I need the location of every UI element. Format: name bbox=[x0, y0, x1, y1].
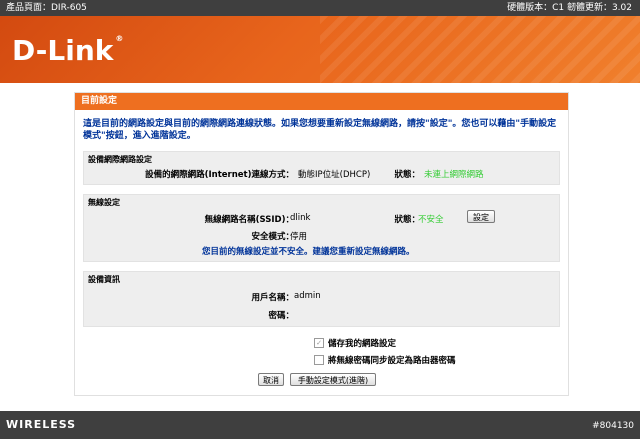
internet-status-value: 未連上網際網路 bbox=[424, 170, 484, 180]
wireless-warning-text: 您目前的無線設定並不安全。建議您重新設定無線網路。 bbox=[202, 247, 415, 257]
internet-status-label: 狀態： bbox=[394, 170, 420, 180]
password-label: 密碼： bbox=[268, 311, 294, 321]
product-page-text: 產品頁面：DIR-605 bbox=[6, 3, 87, 13]
footer-bar: WIRELESS #804130 bbox=[0, 411, 640, 439]
version-text: 硬體版本：C1 韌體更新：3.02 bbox=[507, 3, 632, 13]
wireless-status-label: 狀態： bbox=[394, 215, 420, 225]
intro-text: 這是目前的網路設定與目前的網際網路連線狀態。如果您想要重新設定無線網路，請按"設… bbox=[83, 119, 557, 141]
logo-text: D-Link bbox=[12, 34, 114, 67]
panel-title: 目前設定 bbox=[75, 93, 568, 110]
cancel-button[interactable]: 取消 bbox=[258, 373, 284, 386]
banner-decoration bbox=[320, 16, 640, 83]
manual-setup-button[interactable]: 手動設定模式(進階) bbox=[290, 373, 376, 386]
internet-settings-section: 設備網際網路設定 設備的網際網路(Internet)連線方式： 動態IP位址(D… bbox=[83, 151, 560, 185]
registered-mark: ® bbox=[115, 34, 124, 43]
current-settings-panel: 目前設定 這是目前的網路設定與目前的網際網路連線狀態。如果您想要重新設定無線網路… bbox=[74, 92, 569, 396]
image-tag-text: #804130 bbox=[592, 421, 634, 431]
ssid-label: 無線網路名稱(SSID)： bbox=[204, 215, 294, 225]
sync-password-checkbox[interactable] bbox=[314, 355, 324, 365]
security-mode-label: 安全模式： bbox=[251, 232, 294, 242]
internet-section-title: 設備網際網路設定 bbox=[88, 155, 152, 164]
device-info-section: 設備資訊 用戶名稱： admin 密碼： bbox=[83, 271, 560, 327]
wireless-section-title: 無線設定 bbox=[88, 198, 120, 207]
username-label: 用戶名稱： bbox=[251, 293, 294, 303]
save-settings-label: 儲存我的網路設定 bbox=[328, 339, 397, 349]
header-banner: D-Link ® bbox=[0, 16, 640, 83]
ssid-value: dlink bbox=[290, 213, 311, 223]
wireless-setup-button[interactable]: 設定 bbox=[467, 210, 495, 223]
dlink-logo: D-Link ® bbox=[12, 34, 123, 67]
sync-password-label: 將無線密碼同步設定為路由器密碼 bbox=[328, 356, 456, 366]
connection-type-value: 動態IP位址(DHCP) bbox=[298, 170, 371, 180]
top-bar: 產品頁面：DIR-605 硬體版本：C1 韌體更新：3.02 bbox=[0, 0, 640, 16]
security-mode-value: 停用 bbox=[290, 232, 308, 242]
wireless-settings-section: 無線設定 無線網路名稱(SSID)： dlink 狀態： 不安全 設定 安全模式… bbox=[83, 194, 560, 262]
username-value: admin bbox=[294, 291, 321, 301]
wireless-brand-text: WIRELESS bbox=[6, 418, 77, 431]
wireless-status-value: 不安全 bbox=[418, 215, 444, 225]
device-section-title: 設備資訊 bbox=[88, 275, 120, 284]
connection-type-label: 設備的網際網路(Internet)連線方式： bbox=[145, 170, 294, 180]
save-settings-checkbox[interactable]: ✓ bbox=[314, 338, 324, 348]
